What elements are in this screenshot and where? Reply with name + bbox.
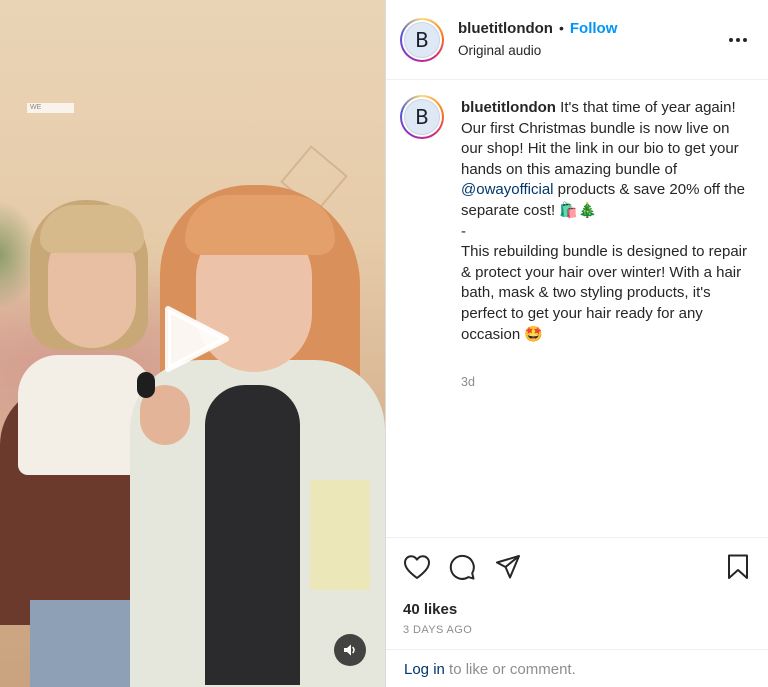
actions-section: 40 likes 3 DAYS AGO Log in to like or co… [386, 537, 768, 687]
bookmark-icon[interactable] [723, 552, 753, 582]
person-right-tee [205, 385, 300, 685]
caption-avatar[interactable]: B [400, 95, 444, 139]
video-player[interactable]: WE [0, 0, 385, 687]
separator-dot: • [558, 20, 564, 36]
login-prompt: Log in to like or comment. [386, 649, 768, 687]
audio-link[interactable]: Original audio [458, 43, 541, 58]
comment-icon[interactable] [447, 552, 477, 582]
login-link[interactable]: Log in [404, 661, 445, 678]
mention-link[interactable]: @owayofficial [461, 181, 554, 198]
likes-count[interactable]: 40 likes [403, 601, 457, 618]
post-header: B bluetitlondon • Follow Original audio [386, 0, 768, 80]
microphone [137, 372, 155, 398]
post-panel: B bluetitlondon • Follow Original audio B … [385, 0, 768, 687]
caption-username[interactable]: bluetitlondon [461, 99, 556, 116]
login-suffix: to like or comment. [444, 661, 576, 678]
caption-timestamp[interactable]: 3d [461, 375, 475, 389]
send-icon[interactable] [493, 552, 523, 582]
more-horizontal-icon[interactable] [724, 26, 752, 54]
caption-section: B bluetitlondon It's that time of year a… [386, 81, 768, 536]
header-user-row: bluetitlondon • Follow [458, 20, 617, 37]
username-link[interactable]: bluetitlondon [458, 20, 553, 37]
video-watermark: WE [27, 103, 74, 113]
post-date: 3 DAYS AGO [403, 624, 473, 636]
caption-avatar-letter: B [404, 99, 440, 135]
person-right-bangs [185, 195, 335, 255]
speaker-icon[interactable] [334, 634, 366, 666]
person-right-pocket [310, 480, 370, 590]
play-icon[interactable] [160, 303, 232, 375]
caption-text: bluetitlondon It's that time of year aga… [461, 98, 751, 345]
avatar-letter: B [404, 22, 440, 58]
caption-part: This rebuilding bundle is designed to re… [461, 243, 748, 343]
heart-icon[interactable] [402, 552, 432, 582]
avatar[interactable]: B [400, 18, 444, 62]
caption-divider: - [461, 222, 466, 240]
follow-button[interactable]: Follow [570, 20, 618, 37]
person-left-bangs [40, 205, 144, 253]
